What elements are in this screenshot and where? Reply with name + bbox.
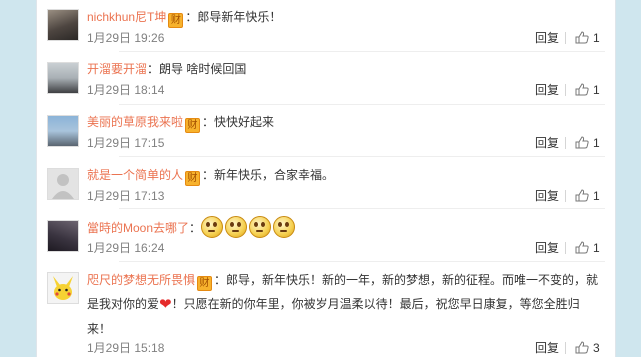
comment-text: 来！ — [87, 322, 112, 336]
username-link[interactable]: 咫尺的梦想无所畏惧 — [87, 273, 195, 287]
comment-text: ：新年快乐，合家幸福。 — [202, 168, 335, 182]
divider — [565, 32, 566, 44]
vip-badge-icon: 财 — [168, 13, 184, 28]
username-link[interactable]: 开溜要开溜 — [87, 62, 147, 76]
avatar[interactable] — [47, 115, 79, 147]
thumbs-up-icon — [575, 341, 589, 354]
comment-text: ：郎导，新年快乐！新的一年，新的梦想，新的征程。而唯一不变的，就 — [214, 273, 599, 287]
divider — [119, 261, 605, 262]
pikachu-avatar-icon — [53, 276, 73, 300]
comment-time: 1月29日 18:14 — [87, 83, 165, 97]
reply-button[interactable]: 回复 — [535, 241, 559, 255]
thumbs-up-icon — [575, 31, 589, 44]
vip-badge-icon: 财 — [185, 118, 201, 133]
avatar[interactable] — [47, 220, 79, 252]
emoji-icon — [273, 216, 296, 238]
avatar[interactable] — [47, 9, 79, 41]
like-button[interactable]: 1 — [575, 136, 600, 150]
comment-text: 是我对你的爱 — [87, 297, 160, 311]
like-button[interactable]: 1 — [575, 31, 600, 45]
divider — [565, 190, 566, 202]
divider — [119, 208, 605, 209]
divider — [565, 342, 566, 354]
like-button[interactable]: 1 — [575, 83, 600, 97]
reply-button[interactable]: 回复 — [535, 341, 559, 355]
like-count: 1 — [593, 136, 600, 150]
default-avatar-icon — [52, 174, 74, 199]
thumbs-up-icon — [575, 241, 589, 254]
emoji-icon — [201, 216, 224, 238]
reply-button[interactable]: 回复 — [535, 136, 559, 150]
username-link[interactable]: 當時的Moon去哪了 — [87, 221, 189, 235]
like-count: 1 — [593, 31, 600, 45]
username-link[interactable]: 就是一个简单的人 — [87, 168, 183, 182]
reply-button[interactable]: 回复 — [535, 189, 559, 203]
divider — [119, 156, 605, 157]
like-button[interactable]: 1 — [575, 241, 600, 255]
username-link[interactable]: 美丽的草原我来啦 — [87, 115, 183, 129]
comment-text: ！只愿在新的你年里，你被岁月温柔以待！最后，祝您早日康复，等您全胜归 — [171, 297, 580, 311]
emoji-icon — [225, 216, 248, 238]
comment-time: 1月29日 17:13 — [87, 189, 165, 203]
comment-time: 1月29日 17:15 — [87, 136, 165, 150]
like-count: 1 — [593, 189, 600, 203]
like-count: 1 — [593, 241, 600, 255]
like-count: 1 — [593, 83, 600, 97]
comment-text: ：郎导新年快乐！ — [185, 10, 282, 24]
comment-text: ： — [189, 221, 202, 235]
divider — [565, 84, 566, 96]
divider — [565, 137, 566, 149]
comment-time: 1月29日 15:18 — [87, 341, 165, 355]
comment-time: 1月29日 19:26 — [87, 31, 165, 45]
avatar[interactable] — [47, 62, 79, 94]
vip-badge-icon: 财 — [197, 276, 213, 291]
divider — [565, 242, 566, 254]
vip-badge-icon: 财 — [185, 171, 201, 186]
like-button[interactable]: 1 — [575, 189, 600, 203]
comment-text: ：快快好起来 — [202, 115, 275, 129]
emoji-icon — [249, 216, 272, 238]
username-link[interactable]: nichkhun尼T坤 — [87, 10, 166, 24]
avatar[interactable] — [47, 168, 79, 200]
comment-time: 1月29日 16:24 — [87, 241, 165, 255]
thumbs-up-icon — [575, 189, 589, 202]
like-button[interactable]: 3 — [575, 341, 600, 355]
reply-button[interactable]: 回复 — [535, 83, 559, 97]
thumbs-up-icon — [575, 83, 589, 96]
heart-icon: ❤ — [159, 296, 172, 313]
divider — [119, 51, 605, 52]
comment-panel: nichkhun尼T坤财：郎导新年快乐！ 1月29日 19:26 回复 1 开溜… — [36, 0, 616, 357]
avatar[interactable] — [47, 272, 79, 304]
comment-text: ：朗导 啥时候回国 — [147, 62, 247, 76]
like-count: 3 — [593, 341, 600, 355]
divider — [119, 104, 605, 105]
reply-button[interactable]: 回复 — [535, 31, 559, 45]
thumbs-up-icon — [575, 136, 589, 149]
